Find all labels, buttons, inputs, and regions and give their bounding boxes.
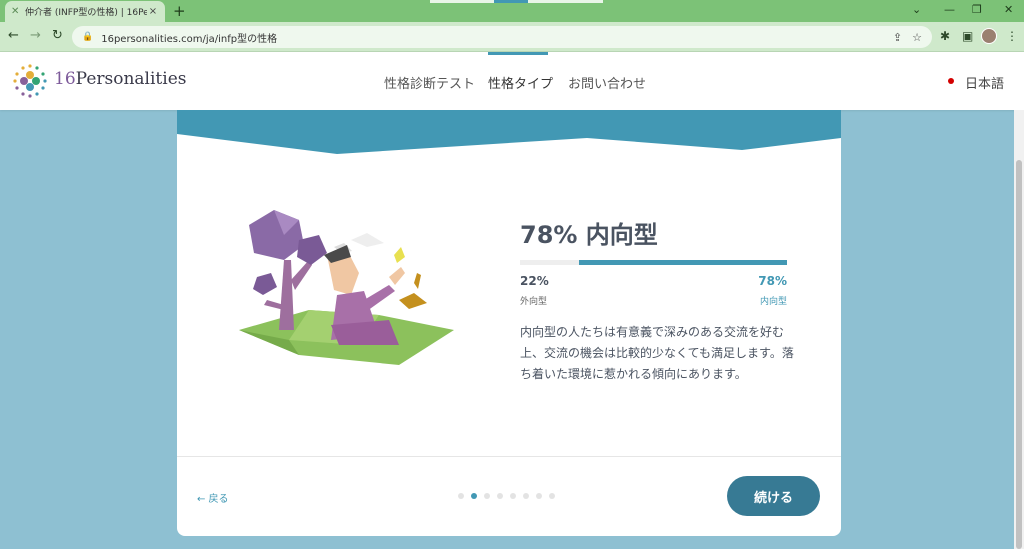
site-favicon-icon: ✕ [11, 6, 20, 17]
menu-personality-test[interactable]: 性格診断テスト [384, 73, 475, 92]
carousel-dot[interactable] [484, 493, 490, 499]
trait-description: 内向型の人たちは有意義で深みのある交流を好む上、交流の機会は比較的少なくても満足… [520, 325, 794, 381]
introvert-percent: 78% [758, 274, 787, 288]
back-arrow-icon[interactable]: ← [8, 28, 19, 43]
new-tab-button[interactable]: + [173, 2, 186, 20]
trait-card: 78% 内向型 22% 78% 外向型 内向型 内向型の人たちは有意義で深みのあ… [177, 110, 841, 536]
continue-button[interactable]: 続ける [727, 476, 820, 516]
extravert-label: 外向型 [520, 297, 548, 307]
introvert-illustration [239, 210, 454, 365]
forward-arrow-icon[interactable]: → [30, 28, 41, 43]
tab-strip-highlight [430, 0, 494, 3]
back-link[interactable]: ← 戻る [197, 490, 229, 505]
close-tab-icon[interactable]: × [147, 6, 159, 17]
introvert-label: 内向型 [759, 297, 787, 307]
carousel-dot[interactable] [523, 493, 529, 499]
menu-contact[interactable]: お問い合わせ [568, 73, 646, 92]
carousel-dot[interactable] [549, 493, 555, 499]
site-logo-icon[interactable] [12, 63, 48, 99]
side-panel-icon[interactable]: ▣ [962, 29, 973, 43]
restore-window-icon[interactable]: ❐ [972, 3, 982, 16]
site-header: 16Personalities 性格診断テスト 性格タイプ お問い合わせ 日本語 [0, 52, 1024, 110]
close-window-icon[interactable]: ✕ [1004, 3, 1013, 16]
browser-toolbar: ← → ↻ 🔒 16personalities.com/ja/infp型の性格 … [0, 22, 1024, 52]
site-brand[interactable]: 16Personalities [54, 69, 186, 89]
profile-avatar[interactable] [981, 28, 997, 44]
lock-icon: 🔒 [82, 32, 94, 42]
extravert-percent: 22% [520, 274, 549, 288]
bookmark-star-icon[interactable]: ☆ [912, 31, 922, 44]
trait-progress-fill [579, 260, 787, 265]
tab-search-icon[interactable]: ⌄ [912, 3, 921, 16]
address-bar[interactable]: 🔒 16personalities.com/ja/infp型の性格 ⇪ ☆ [72, 26, 932, 48]
tab-strip-highlight [494, 0, 528, 3]
url-text[interactable]: 16personalities.com/ja/infp型の性格 [101, 30, 893, 45]
carousel-dot[interactable] [536, 493, 542, 499]
trait-heading: 78% 内向型 [520, 221, 658, 249]
carousel-dot[interactable] [510, 493, 516, 499]
browser-tab[interactable]: ✕ 仲介者 (INFP型の性格) | 16Person × [5, 1, 165, 22]
carousel-dot[interactable] [471, 493, 477, 499]
active-menu-indicator [488, 52, 548, 55]
menu-personality-types[interactable]: 性格タイプ [488, 73, 553, 92]
page-scrollbar-thumb[interactable] [1016, 160, 1022, 549]
carousel-dot[interactable] [497, 493, 503, 499]
browser-menu-icon[interactable]: ⋮ [1006, 29, 1018, 43]
language-selector[interactable]: 日本語 [965, 73, 1004, 92]
brand-name: Personalities [75, 69, 187, 89]
browser-tab-bar: ✕ 仲介者 (INFP型の性格) | 16Person × + ⌄ — ❐ ✕ [0, 0, 1024, 22]
japan-flag-icon [948, 78, 954, 84]
tab-title: 仲介者 (INFP型の性格) | 16Person [25, 8, 147, 18]
tab-strip-highlight [528, 0, 603, 3]
share-icon[interactable]: ⇪ [893, 31, 902, 44]
card-divider [177, 456, 841, 457]
carousel-dots [458, 493, 555, 499]
minimize-window-icon[interactable]: — [944, 3, 955, 16]
card-header-wave [177, 110, 841, 154]
reload-icon[interactable]: ↻ [52, 28, 63, 43]
brand-number: 16 [54, 69, 76, 89]
carousel-dot[interactable] [458, 493, 464, 499]
extensions-icon[interactable]: ✱ [940, 29, 950, 43]
